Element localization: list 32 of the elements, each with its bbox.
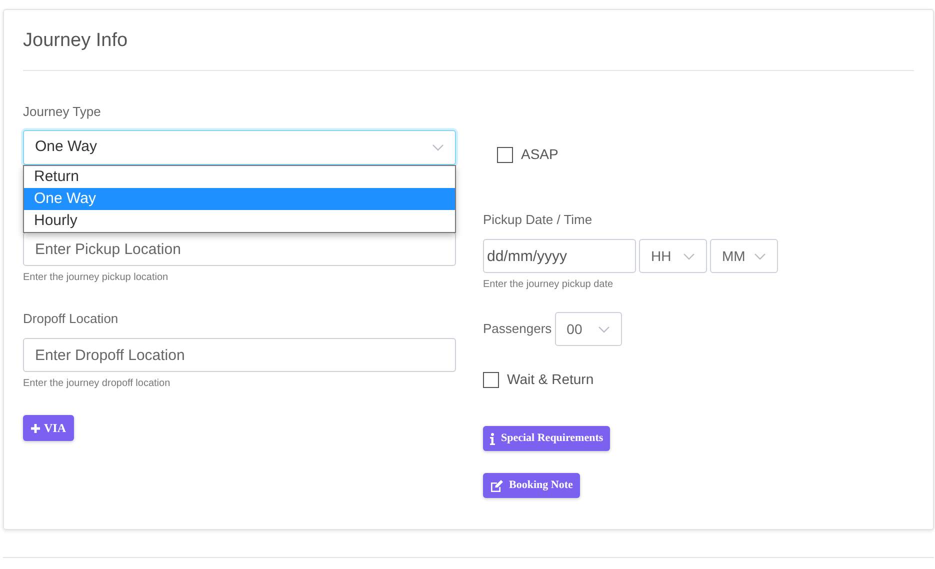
edit-icon [490,480,503,492]
dropdown-option[interactable]: Return [24,166,455,188]
minute-select[interactable]: MM [710,239,778,273]
info-icon [490,432,495,444]
passengers-select[interactable]: 00 [554,312,622,346]
plus-icon [31,424,40,432]
chevron-down-icon [598,326,610,332]
field-label: Dropoff Location [23,311,120,327]
checkbox-label: Wait & Return [507,370,594,389]
dropdown-option[interactable]: One Way [24,188,455,210]
checkbox-label: ASAP [521,145,558,164]
via-button[interactable]: VIA [23,415,74,441]
chevron-down-icon [432,144,444,151]
field-label: Passengers [483,320,552,338]
action-button[interactable]: Booking Note [483,473,580,498]
journey-type-select[interactable]: One Way [23,130,456,165]
help-text: Enter the journey pickup location [23,271,170,285]
hour-select[interactable]: HH [639,239,707,273]
date-field[interactable]: dd/mm/yyyy [483,239,636,273]
pickup-location-field[interactable]: Enter Pickup Location [23,232,456,266]
help-text: Enter the journey dropoff location [23,377,172,391]
dropdown-option[interactable]: Hourly [24,210,455,232]
checkbox[interactable] [497,146,513,162]
field-label: Pickup Date / Time [483,212,594,228]
action-button[interactable]: Special Requirements [483,426,610,451]
dropoff-location-field[interactable]: Enter Dropoff Location [23,338,456,372]
section-title: Journey Info [23,29,128,54]
checkbox[interactable] [483,372,499,388]
chevron-down-icon [683,252,695,260]
field-label: Journey Type [23,104,102,120]
help-text: Enter the journey pickup date [483,278,614,292]
chevron-down-icon [754,252,766,260]
